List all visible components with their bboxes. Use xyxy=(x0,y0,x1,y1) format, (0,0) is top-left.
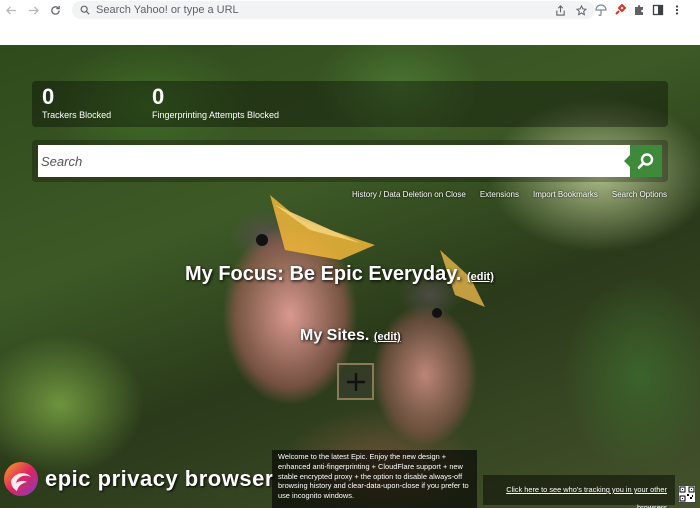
forward-icon xyxy=(28,5,39,15)
plus-icon xyxy=(346,372,365,391)
puzzle-icon[interactable] xyxy=(633,4,645,16)
brand-name: epic privacy browser xyxy=(45,466,274,491)
address-bar[interactable]: Search Yahoo! or type a URL xyxy=(72,1,595,19)
share-icon[interactable] xyxy=(555,4,566,16)
add-site-button[interactable] xyxy=(337,363,374,400)
reload-icon xyxy=(50,5,60,15)
qr-code-graphic xyxy=(679,486,695,502)
qr-code-icon[interactable] xyxy=(678,485,696,503)
import-bookmarks-link[interactable]: Import Bookmarks xyxy=(533,190,598,199)
reload-button[interactable] xyxy=(44,0,66,20)
epic-logo: epic privacy browser xyxy=(3,461,274,497)
history-data-deletion-link[interactable]: History / Data Deletion on Close xyxy=(352,190,466,199)
address-bar-placeholder: Search Yahoo! or type a URL xyxy=(96,4,239,16)
fingerprinting-blocked-counter: 0 Fingerprinting Attempts Blocked xyxy=(152,85,279,121)
forward-button[interactable] xyxy=(22,0,44,20)
trackers-blocked-label: Trackers Blocked xyxy=(42,110,112,120)
welcome-message: Welcome to the latest Epic. Enjoy the ne… xyxy=(272,450,477,508)
search-options-link[interactable]: Search Options xyxy=(612,190,667,199)
back-button[interactable] xyxy=(0,0,22,20)
search-icon xyxy=(637,153,654,169)
my-sites-heading: My Sites. (edit) xyxy=(300,327,401,345)
focus-heading: My Focus: Be Epic Everyday. (edit) xyxy=(185,263,494,286)
search-area: Search xyxy=(32,140,668,182)
my-sites-edit-link[interactable]: (edit) xyxy=(374,331,401,343)
search-button[interactable] xyxy=(624,145,662,177)
trackers-blocked-counter: 0 Trackers Blocked xyxy=(42,85,111,121)
search-input[interactable]: Search xyxy=(38,145,630,177)
extensions-bar xyxy=(595,0,683,20)
sidebar-icon[interactable] xyxy=(652,4,664,16)
my-sites-text: My Sites. xyxy=(300,327,370,344)
epic-logo-icon xyxy=(4,462,38,496)
trackers-blocked-count: 0 xyxy=(42,84,55,109)
focus-edit-link[interactable]: (edit) xyxy=(467,271,494,283)
browser-chrome: Search Yahoo! or type a URL xyxy=(0,0,700,45)
more-icon[interactable] xyxy=(671,4,683,16)
back-icon xyxy=(5,5,16,15)
new-tab-page: 0 Trackers Blocked 0 Fingerprinting Atte… xyxy=(0,45,700,508)
fingerprinting-blocked-count: 0 xyxy=(152,84,165,109)
tracking-info-box: Click here to see who's tracking you in … xyxy=(483,475,675,508)
star-icon[interactable] xyxy=(576,4,587,16)
umbrella-icon[interactable] xyxy=(595,4,607,16)
fingerprinting-blocked-label: Fingerprinting Attempts Blocked xyxy=(152,110,280,120)
extension-red-icon[interactable] xyxy=(614,4,626,16)
search-icon xyxy=(80,5,90,15)
extensions-link[interactable]: Extensions xyxy=(480,190,519,199)
tracking-link[interactable]: Click here to see who's tracking you in … xyxy=(506,485,667,508)
quick-links: History / Data Deletion on Close Extensi… xyxy=(352,190,667,199)
focus-text: My Focus: Be Epic Everyday. xyxy=(185,263,462,285)
search-placeholder: Search xyxy=(41,153,83,169)
privacy-counters: 0 Trackers Blocked 0 Fingerprinting Atte… xyxy=(32,81,668,127)
